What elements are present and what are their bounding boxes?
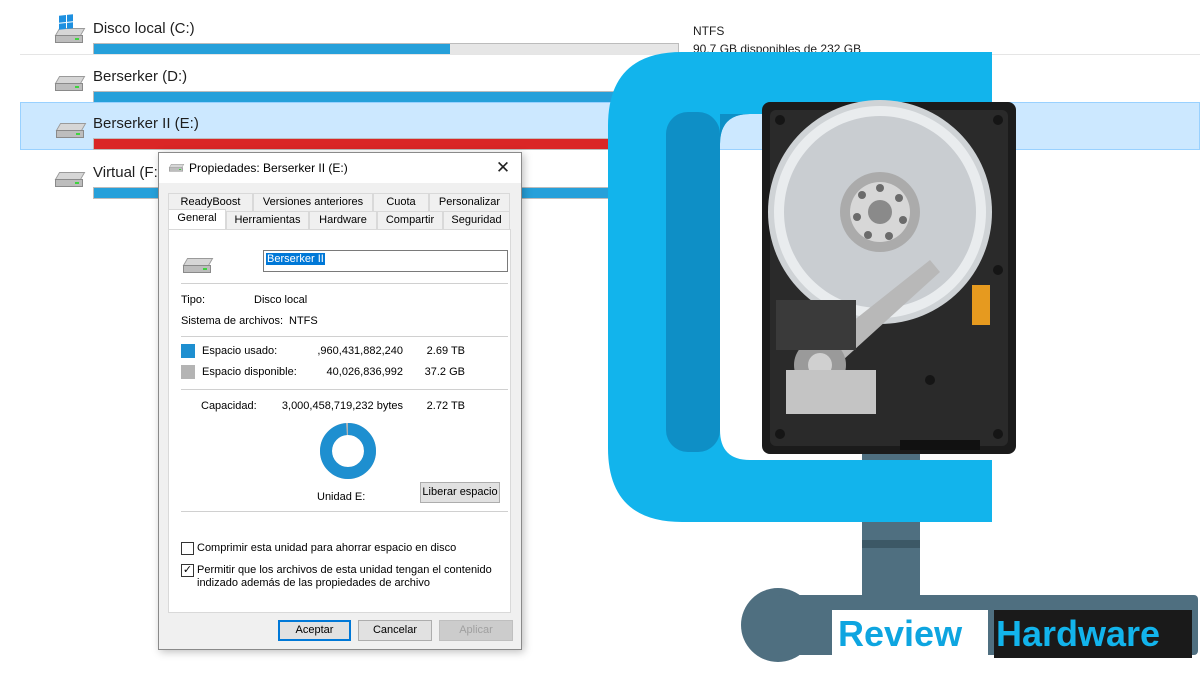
tab-herramientas[interactable]: Herramientas [226, 211, 309, 229]
used-space-bytes: ,960,431,882,240 [317, 345, 403, 357]
hard-drive-icon [54, 172, 86, 188]
logo-review: Review [838, 613, 963, 654]
free-space-label: Espacio disponible: [202, 366, 297, 378]
tab-general[interactable]: General [168, 209, 226, 229]
drive-name: Berserker (D:) [93, 68, 188, 85]
close-icon[interactable]: ✕ [491, 157, 515, 179]
hard-drive-icon [54, 76, 86, 92]
review-hardware-graphic: Review Hardware [608, 52, 1198, 662]
hard-drive-icon [182, 258, 214, 274]
donut-used-segment [320, 423, 376, 479]
tab-personalizar[interactable]: Personalizar [429, 193, 510, 211]
drive-filesystem: NTFS [693, 24, 725, 38]
used-space-size: 2.69 TB [426, 345, 465, 357]
compress-checkbox[interactable] [181, 542, 194, 555]
apply-button[interactable]: Aplicar [439, 620, 513, 641]
divider [181, 389, 508, 390]
general-tab-panel: Berserker II Tipo: Disco local Sistema d… [168, 229, 511, 613]
used-space-label: Espacio usado: [202, 345, 278, 357]
capacity-size: 2.72 TB [426, 400, 465, 412]
dialog-title: Propiedades: Berserker II (E:) [189, 161, 348, 175]
divider [181, 336, 508, 337]
windows-drive-icon [54, 14, 86, 44]
tab-seguridad[interactable]: Seguridad [443, 211, 510, 229]
drive-letter-label: Unidad E: [317, 491, 366, 503]
free-space-swatch [181, 365, 195, 379]
tab-cuota[interactable]: Cuota [373, 193, 429, 211]
compress-label: Comprimir esta unidad para ahorrar espac… [197, 542, 457, 554]
usage-bar-fill [94, 44, 451, 54]
used-space-swatch [181, 344, 195, 358]
clamp-inner-shadow [666, 112, 720, 452]
hard-drive-icon [55, 123, 87, 139]
hard-drive-icon [168, 164, 185, 172]
hard-drive-image [762, 100, 1016, 454]
cleanup-button[interactable]: Liberar espacio [420, 482, 500, 503]
index-checkbox[interactable]: ✓ [181, 564, 194, 577]
drive-name: Berserker II (E:) [93, 115, 199, 132]
free-space-size: 37.2 GB [424, 366, 465, 378]
usage-bar-fill [94, 92, 678, 102]
logo-hardware: Hardware [996, 613, 1160, 654]
index-label-line2: indizado además de las propiedades de ar… [197, 577, 430, 589]
usage-donut-chart [320, 423, 376, 479]
drive-name: Disco local (C:) [93, 20, 195, 37]
tabs-front-row: General Herramientas Hardware Compartir … [168, 209, 510, 229]
properties-dialog: Propiedades: Berserker II (E:) ✕ ReadyBo… [158, 152, 522, 650]
volume-name-text: Berserker II [266, 253, 325, 265]
drive-name: Virtual (F:) [93, 164, 163, 181]
filesystem-value: NTFS [289, 315, 318, 327]
type-value: Disco local [254, 294, 308, 306]
divider [181, 511, 508, 512]
free-space-bytes: 40,026,836,992 [326, 366, 403, 378]
tab-compartir[interactable]: Compartir [377, 211, 443, 229]
tab-hardware[interactable]: Hardware [309, 211, 377, 229]
cancel-button[interactable]: Cancelar [358, 620, 432, 641]
usage-bar [93, 138, 679, 150]
capacity-label: Capacidad: [201, 400, 257, 412]
capacity-bytes: 3,000,458,719,232 bytes [281, 400, 403, 412]
tab-versiones-anteriores[interactable]: Versiones anteriores [253, 193, 373, 211]
index-label-line1: Permitir que los archivos de esta unidad… [197, 564, 492, 576]
volume-name-field[interactable]: Berserker II [263, 250, 508, 272]
filesystem-label: Sistema de archivos: [181, 315, 284, 327]
divider [181, 283, 508, 284]
ok-button[interactable]: Aceptar [278, 620, 351, 641]
type-label: Tipo: [181, 294, 206, 306]
dialog-titlebar[interactable]: Propiedades: Berserker II (E:) ✕ [159, 153, 521, 183]
usage-bar-fill [94, 139, 678, 149]
